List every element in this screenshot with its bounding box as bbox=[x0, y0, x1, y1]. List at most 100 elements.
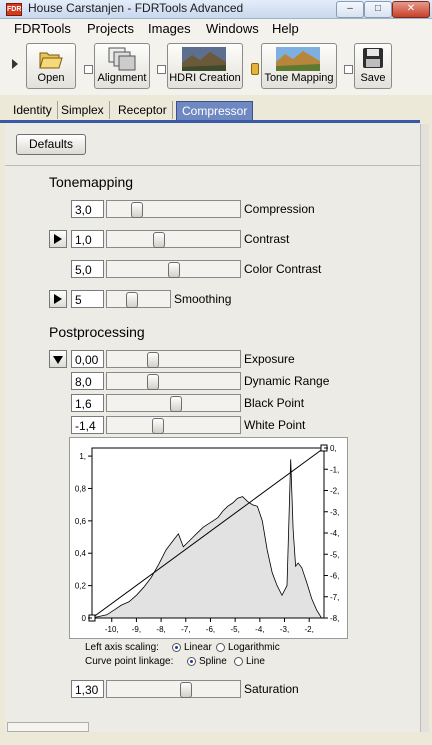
alignment-button[interactable]: Alignment bbox=[94, 43, 150, 89]
smoothing-field[interactable]: 5 bbox=[71, 290, 104, 308]
x-tick-label: -4, bbox=[255, 625, 264, 634]
menu-windows[interactable]: Windows bbox=[206, 21, 259, 36]
saturation-slider-thumb[interactable] bbox=[180, 682, 192, 698]
save-button[interactable]: Save bbox=[354, 43, 392, 89]
left-tick-label: 0 bbox=[82, 614, 87, 623]
exposure-slider-thumb[interactable] bbox=[147, 352, 159, 368]
hdri-landscape-icon bbox=[182, 47, 226, 71]
tone-curve-svg[interactable]: -10, -9, -8, -7, -6, -5, -4, -3, -2, 1, 0,8 0,6 0,4 0… bbox=[70, 438, 347, 638]
x-tick-label: -7, bbox=[181, 625, 190, 634]
menu-projects[interactable]: Projects bbox=[87, 21, 134, 36]
color-contrast-slider-thumb[interactable] bbox=[168, 262, 180, 278]
smoothing-slider-thumb[interactable] bbox=[126, 292, 138, 308]
maximize-button[interactable]: □ bbox=[364, 1, 392, 18]
white-point-field[interactable]: -1,4 bbox=[71, 416, 104, 434]
left-axis-scaling-label: Left axis scaling: bbox=[85, 642, 159, 653]
color-contrast-field[interactable]: 5,0 bbox=[71, 260, 104, 278]
exposure-expand-button[interactable] bbox=[49, 350, 67, 368]
tab-receptor[interactable]: Receptor bbox=[113, 101, 173, 119]
tone-mapping-check-icon[interactable] bbox=[251, 63, 259, 75]
tab-identity[interactable]: Identity bbox=[8, 101, 58, 119]
toolbar-expand-icon[interactable] bbox=[12, 59, 18, 69]
saturation-field[interactable]: 1,30 bbox=[71, 680, 104, 698]
defaults-button[interactable]: Defaults bbox=[16, 134, 86, 155]
x-tick-label: -6, bbox=[206, 625, 215, 634]
tone-mapping-button[interactable]: Tone Mapping bbox=[261, 43, 337, 89]
tab-underline bbox=[0, 120, 420, 123]
smoothing-slider[interactable] bbox=[106, 290, 171, 308]
compression-label: Compression bbox=[244, 202, 315, 216]
tone-curve-chart[interactable]: -10, -9, -8, -7, -6, -5, -4, -3, -2, 1, 0,8 0,6 0,4 0… bbox=[69, 437, 348, 639]
contrast-label: Contrast bbox=[244, 232, 290, 246]
hdri-creation-button[interactable]: HDRI Creation bbox=[167, 43, 243, 89]
x-tick-label: -2, bbox=[305, 625, 314, 634]
compression-slider-thumb[interactable] bbox=[131, 202, 143, 218]
right-tick-label: -1, bbox=[330, 465, 339, 474]
hdri-creation-label: HDRI Creation bbox=[169, 72, 241, 84]
x-tick-label: -3, bbox=[280, 625, 289, 634]
x-tick-label: -10, bbox=[105, 625, 119, 634]
line-option-label[interactable]: Line bbox=[246, 656, 265, 667]
right-tick-label: -7, bbox=[330, 593, 339, 602]
exposure-field[interactable]: 0,00 bbox=[71, 350, 104, 368]
window-title: House Carstanjen - FDRTools Advanced bbox=[28, 1, 244, 15]
left-tick-label: 0,8 bbox=[75, 484, 87, 493]
save-label: Save bbox=[360, 72, 386, 84]
black-point-field[interactable]: 1,6 bbox=[71, 394, 104, 412]
black-point-slider[interactable] bbox=[106, 394, 241, 412]
open-button[interactable]: Open bbox=[26, 43, 76, 89]
contrast-field[interactable]: 1,0 bbox=[71, 230, 104, 248]
vertical-scrollbar[interactable] bbox=[420, 124, 429, 732]
tab-compressor[interactable]: Compressor bbox=[176, 101, 254, 121]
black-point-slider-thumb[interactable] bbox=[170, 396, 182, 412]
contrast-slider[interactable] bbox=[106, 230, 241, 248]
logarithmic-radio[interactable] bbox=[216, 643, 225, 652]
right-tick-label: -5, bbox=[330, 550, 339, 559]
menu-help[interactable]: Help bbox=[272, 21, 299, 36]
dynamic-range-field[interactable]: 8,0 bbox=[71, 372, 104, 390]
right-tick-label: -4, bbox=[330, 529, 339, 538]
app-icon: FDR bbox=[6, 3, 22, 16]
menu-bar: FDRTools Projects Images Windows Help bbox=[0, 19, 432, 39]
smoothing-expand-button[interactable] bbox=[49, 290, 67, 308]
close-button[interactable]: ✕ bbox=[392, 1, 430, 18]
spline-radio[interactable] bbox=[187, 657, 196, 666]
hdri-creation-checkbox[interactable] bbox=[157, 65, 166, 74]
collapse-arrow-icon bbox=[53, 356, 63, 364]
dynamic-range-slider[interactable] bbox=[106, 372, 241, 390]
black-point-label: Black Point bbox=[244, 396, 305, 410]
linear-option-label[interactable]: Linear bbox=[184, 642, 212, 653]
exposure-label: Exposure bbox=[244, 352, 295, 366]
color-contrast-slider[interactable] bbox=[106, 260, 241, 278]
save-checkbox[interactable] bbox=[344, 65, 353, 74]
saturation-slider[interactable] bbox=[106, 680, 241, 698]
menu-fdrtools[interactable]: FDRTools bbox=[14, 21, 71, 36]
line-radio[interactable] bbox=[234, 657, 243, 666]
compression-slider[interactable] bbox=[106, 200, 241, 218]
white-point-slider-thumb[interactable] bbox=[152, 418, 164, 434]
right-tick-label: -3, bbox=[330, 508, 339, 517]
dynamic-range-slider-thumb[interactable] bbox=[147, 374, 159, 390]
minimize-button[interactable]: – bbox=[336, 1, 364, 18]
exposure-slider[interactable] bbox=[106, 350, 241, 368]
right-tick-label: -8, bbox=[330, 614, 339, 623]
compression-field[interactable]: 3,0 bbox=[71, 200, 104, 218]
histogram-area bbox=[91, 459, 322, 619]
curve-point-linkage-label: Curve point linkage: bbox=[85, 656, 174, 667]
menu-images[interactable]: Images bbox=[148, 21, 191, 36]
left-tick-label: 0,2 bbox=[75, 582, 87, 591]
left-tick-label: 0,6 bbox=[75, 517, 87, 526]
open-label: Open bbox=[37, 72, 65, 84]
alignment-icon bbox=[108, 47, 136, 71]
title-bar[interactable]: FDR House Carstanjen - FDRTools Advanced… bbox=[0, 0, 432, 19]
spline-option-label[interactable]: Spline bbox=[199, 656, 227, 667]
contrast-expand-button[interactable] bbox=[49, 230, 67, 248]
tone-mapping-label: Tone Mapping bbox=[264, 72, 334, 84]
logarithmic-option-label[interactable]: Logarithmic bbox=[228, 642, 280, 653]
tab-simplex[interactable]: Simplex bbox=[56, 101, 110, 119]
x-tick-label: -8, bbox=[156, 625, 165, 634]
contrast-slider-thumb[interactable] bbox=[153, 232, 165, 248]
linear-radio[interactable] bbox=[172, 643, 181, 652]
white-point-slider[interactable] bbox=[106, 416, 241, 434]
alignment-checkbox[interactable] bbox=[84, 65, 93, 74]
